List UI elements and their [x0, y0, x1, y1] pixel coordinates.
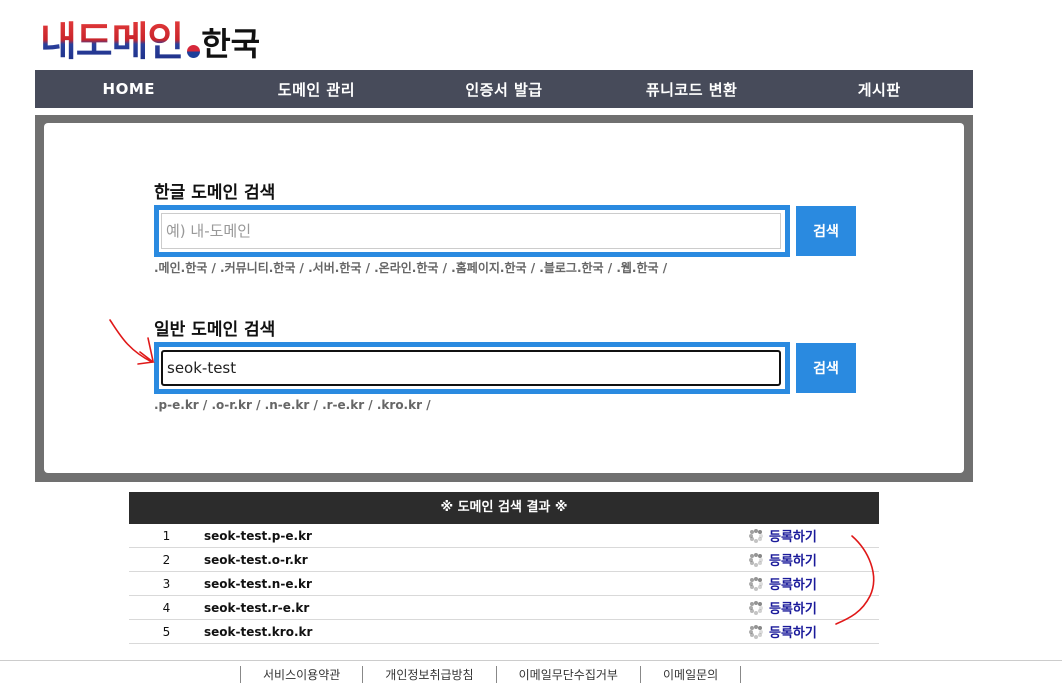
footer-links: 서비스이용약관 개인정보취급방침 이메일무단수집거부 이메일문의	[240, 666, 742, 683]
register-link[interactable]: 등록하기	[769, 598, 817, 617]
loading-spinner-icon	[749, 552, 763, 567]
nav-certificate[interactable]: 인증서 발급	[410, 79, 598, 100]
general-tld-list: .p-e.kr / .o-r.kr / .n-e.kr / .r-e.kr / …	[154, 398, 431, 412]
logo-subtext: 한국	[201, 25, 261, 63]
general-search-box	[154, 342, 790, 394]
general-domain-search: 일반 도메인 검색 검색 .p-e.kr / .o-r.kr / .n-e.kr…	[154, 318, 874, 414]
korean-search-title: 한글 도메인 검색	[154, 183, 276, 203]
table-row: 2 seok-test.o-r.kr 등록하기	[129, 548, 879, 572]
loading-spinner-icon	[749, 624, 763, 639]
general-domain-input[interactable]	[161, 350, 781, 386]
footer-link-privacy[interactable]: 개인정보취급방침	[362, 666, 495, 683]
search-results: ※ 도메인 검색 결과 ※ 1 seok-test.p-e.kr 등록하기 2 …	[129, 492, 879, 644]
table-row: 4 seok-test.r-e.kr 등록하기	[129, 596, 879, 620]
row-domain: seok-test.n-e.kr	[204, 576, 312, 591]
loading-spinner-icon	[749, 576, 763, 591]
row-number: 4	[162, 600, 171, 615]
main-nav: HOME 도메인 관리 인증서 발급 퓨니코드 변환 게시판	[35, 70, 973, 108]
row-domain: seok-test.o-r.kr	[204, 552, 308, 567]
nav-domain-management[interactable]: 도메인 관리	[223, 79, 411, 100]
korean-search-box	[154, 205, 790, 257]
table-row: 1 seok-test.p-e.kr 등록하기	[129, 524, 879, 548]
search-panel: 한글 도메인 검색 검색 .메인.한국 / .커뮤니티.한국 / .서버.한국 …	[35, 115, 973, 482]
logo-text: 내도메인	[40, 18, 184, 65]
table-row: 3 seok-test.n-e.kr 등록하기	[129, 572, 879, 596]
taegeuk-dot-icon	[187, 45, 201, 58]
row-number: 1	[162, 528, 171, 543]
footer-link-terms[interactable]: 서비스이용약관	[240, 666, 362, 683]
korean-tld-list: .메인.한국 / .커뮤니티.한국 / .서버.한국 / .온라인.한국 / .…	[154, 261, 668, 275]
row-number: 5	[162, 624, 171, 639]
results-header: ※ 도메인 검색 결과 ※	[129, 492, 879, 524]
general-search-title: 일반 도메인 검색	[154, 320, 276, 340]
footer-divider	[0, 660, 1062, 661]
row-number: 3	[162, 576, 171, 591]
footer-link-email-refusal[interactable]: 이메일무단수집거부	[495, 666, 640, 683]
row-domain: seok-test.kro.kr	[204, 624, 313, 639]
nav-home[interactable]: HOME	[35, 80, 223, 98]
table-row: 5 seok-test.kro.kr 등록하기	[129, 620, 879, 644]
loading-spinner-icon	[749, 528, 763, 543]
row-number: 2	[162, 552, 171, 567]
korean-search-button[interactable]: 검색	[796, 206, 856, 256]
korean-domain-input[interactable]	[161, 213, 781, 249]
general-search-button[interactable]: 검색	[796, 343, 856, 393]
footer-link-email-contact[interactable]: 이메일문의	[639, 666, 742, 683]
korean-domain-search: 한글 도메인 검색 검색 .메인.한국 / .커뮤니티.한국 / .서버.한국 …	[154, 181, 874, 277]
search-panel-inner: 한글 도메인 검색 검색 .메인.한국 / .커뮤니티.한국 / .서버.한국 …	[44, 123, 964, 473]
register-link[interactable]: 등록하기	[769, 574, 817, 593]
register-link[interactable]: 등록하기	[769, 550, 817, 569]
nav-punycode[interactable]: 퓨니코드 변환	[598, 79, 786, 100]
loading-spinner-icon	[749, 600, 763, 615]
nav-board[interactable]: 게시판	[785, 79, 973, 100]
row-domain: seok-test.r-e.kr	[204, 600, 310, 615]
register-link[interactable]: 등록하기	[769, 622, 817, 641]
site-logo[interactable]: 내도메인 한국	[40, 14, 260, 64]
register-link[interactable]: 등록하기	[769, 526, 817, 545]
row-domain: seok-test.p-e.kr	[204, 528, 312, 543]
